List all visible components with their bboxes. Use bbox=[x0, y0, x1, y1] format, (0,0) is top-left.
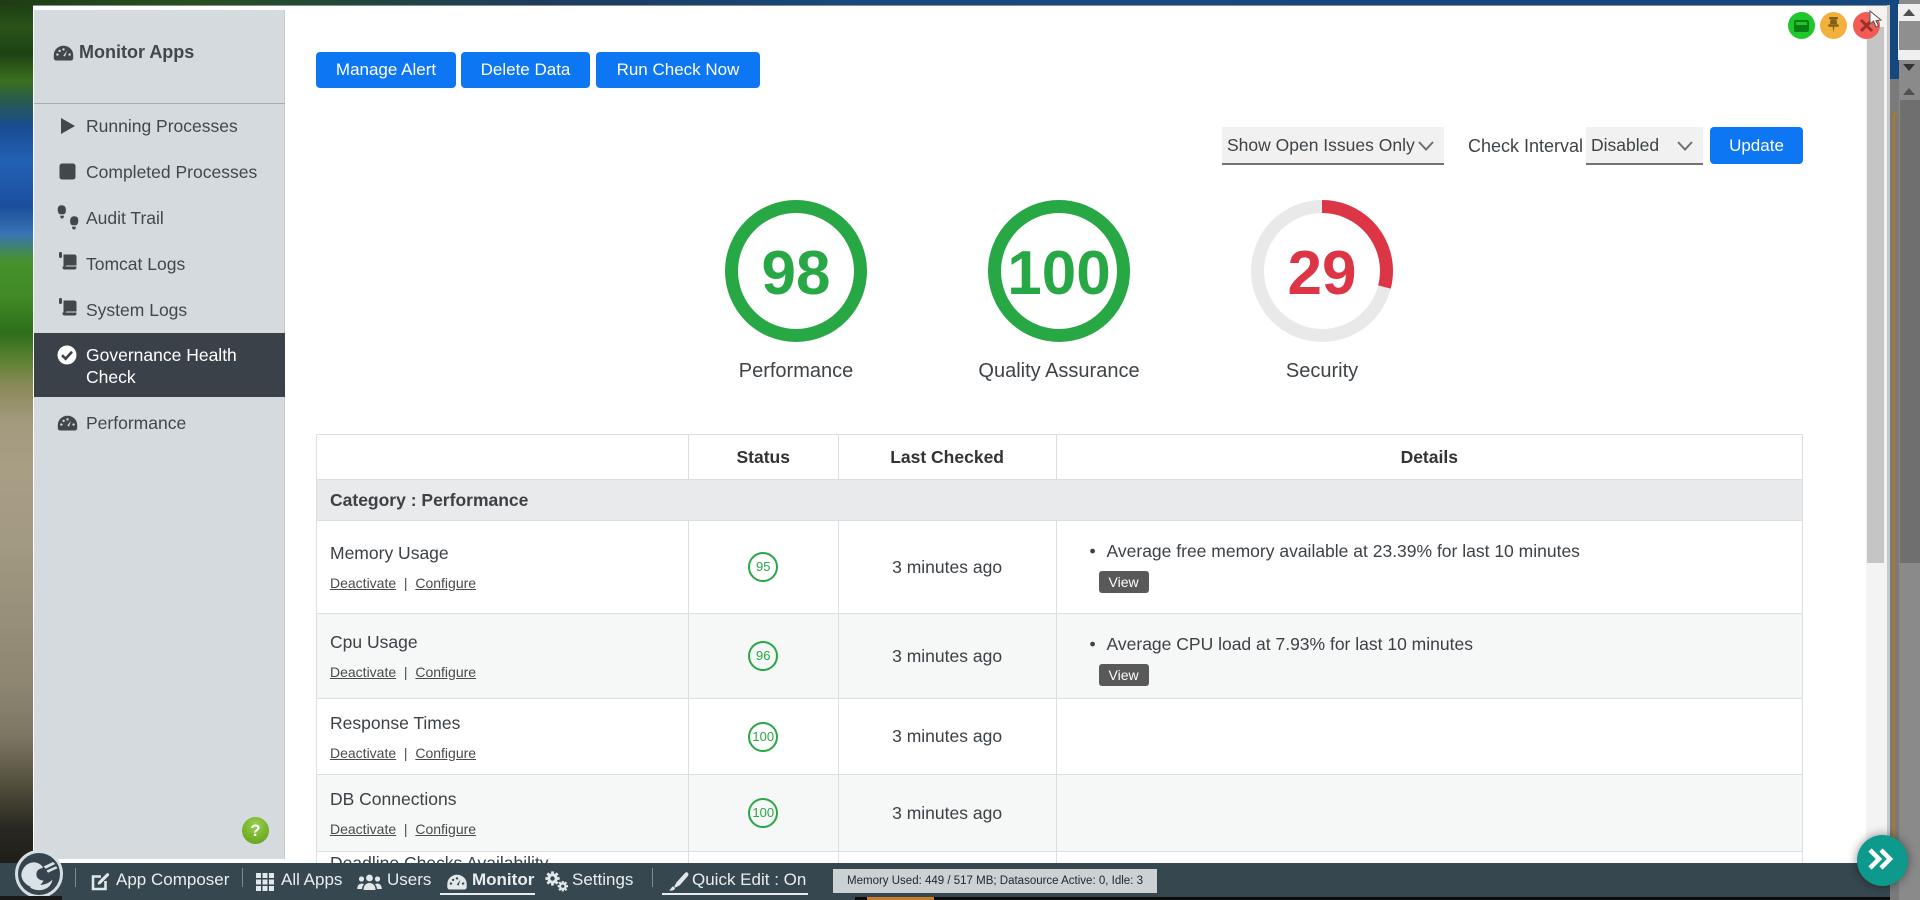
svg-text:100: 100 bbox=[1007, 239, 1110, 308]
svg-text:98: 98 bbox=[762, 239, 831, 308]
svg-text:29: 29 bbox=[1288, 239, 1357, 308]
